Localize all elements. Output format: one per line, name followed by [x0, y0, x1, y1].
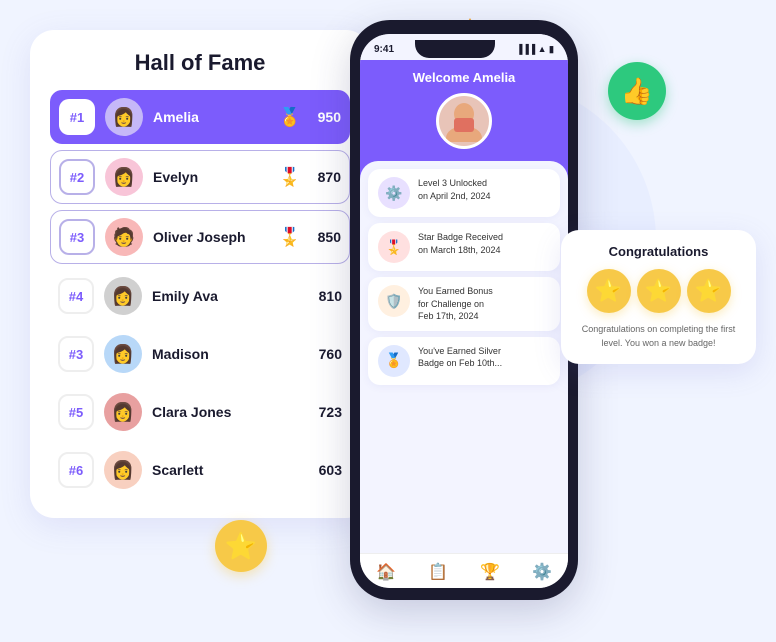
- phone-feed: ⚙️ Level 3 Unlockedon April 2nd, 2024 🎖️…: [360, 161, 568, 553]
- table-row[interactable]: #3 👩 Madison 760: [50, 328, 350, 380]
- player-score: 810: [310, 288, 342, 304]
- star-3: ⭐: [687, 269, 731, 313]
- avatar: 👩: [104, 277, 142, 315]
- phone-notch: [415, 40, 495, 58]
- player-name: Clara Jones: [152, 404, 310, 420]
- feed-icon-silver: 🏅: [378, 345, 410, 377]
- rank-badge: #2: [59, 159, 95, 195]
- thumbs-up-icon: 👍: [608, 62, 666, 120]
- phone-status-bar: 9:41 ▐▐▐ ▲ ▮: [360, 34, 568, 60]
- feed-text-level: Level 3 Unlockedon April 2nd, 2024: [418, 177, 491, 202]
- table-row[interactable]: #2 👩 Evelyn 🎖️ 870: [50, 150, 350, 204]
- avatar: 🧑: [105, 218, 143, 256]
- hall-of-fame-title: Hall of Fame: [50, 50, 350, 76]
- table-row[interactable]: #5 👩 Clara Jones 723: [50, 386, 350, 438]
- phone-status-icons: ▐▐▐ ▲ ▮: [516, 44, 554, 55]
- nav-home-icon[interactable]: 🏠: [376, 562, 396, 582]
- player-score: 950: [309, 109, 341, 125]
- medal-icon: 🎖️: [279, 167, 301, 188]
- nav-list-icon[interactable]: 📋: [428, 562, 448, 582]
- feed-text-bonus: You Earned Bonusfor Challenge onFeb 17th…: [418, 285, 493, 323]
- player-score: 870: [309, 169, 341, 185]
- hall-of-fame-card: Hall of Fame #1 👩 Amelia 🏅 950 #2 👩 Evel…: [30, 30, 370, 518]
- player-name: Amelia: [153, 109, 279, 125]
- feed-text-star: Star Badge Receivedon March 18th, 2024: [418, 231, 503, 256]
- medal-icon: 🏅: [279, 107, 301, 128]
- table-row[interactable]: #4 👩 Emily Ava 810: [50, 270, 350, 322]
- congrats-title: Congratulations: [575, 244, 742, 259]
- star-badge-decoration: ⭐: [215, 520, 267, 572]
- avatar: 👩: [104, 451, 142, 489]
- feed-icon-level: ⚙️: [378, 177, 410, 209]
- congratulations-card: Congratulations ⭐ ⭐ ⭐ Congratulations on…: [561, 230, 756, 364]
- rank-badge: #3: [59, 219, 95, 255]
- player-name: Oliver Joseph: [153, 229, 279, 245]
- player-name: Madison: [152, 346, 310, 362]
- phone-nav-bar: 🏠 📋 🏆 ⚙️: [360, 553, 568, 588]
- user-avatar: [436, 93, 492, 149]
- player-score: 850: [309, 229, 341, 245]
- nav-trophy-icon[interactable]: 🏆: [480, 562, 500, 582]
- feed-icon-star: 🎖️: [378, 231, 410, 263]
- player-name: Scarlett: [152, 462, 310, 478]
- table-row[interactable]: #3 🧑 Oliver Joseph 🎖️ 850: [50, 210, 350, 264]
- phone-mockup: 9:41 ▐▐▐ ▲ ▮ Welcome Amelia ⚙️ Level 3 U…: [350, 20, 578, 600]
- player-name: Emily Ava: [152, 288, 310, 304]
- star-1: ⭐: [587, 269, 631, 313]
- rank-badge: #5: [58, 394, 94, 430]
- list-item[interactable]: 🏅 You've Earned SilverBadge on Feb 10th.…: [368, 337, 560, 385]
- rank-badge: #3: [58, 336, 94, 372]
- star-2: ⭐: [637, 269, 681, 313]
- nav-settings-icon[interactable]: ⚙️: [532, 562, 552, 582]
- avatar: 👩: [105, 98, 143, 136]
- phone-time: 9:41: [374, 44, 394, 55]
- list-item[interactable]: ⚙️ Level 3 Unlockedon April 2nd, 2024: [368, 169, 560, 217]
- medal-icon: 🎖️: [279, 227, 301, 248]
- avatar: 👩: [104, 393, 142, 431]
- rank-badge: #1: [59, 99, 95, 135]
- player-score: 603: [310, 462, 342, 478]
- avatar: 👩: [104, 335, 142, 373]
- table-row[interactable]: #1 👩 Amelia 🏅 950: [50, 90, 350, 144]
- player-score: 760: [310, 346, 342, 362]
- table-row[interactable]: #6 👩 Scarlett 603: [50, 444, 350, 496]
- avatar: 👩: [105, 158, 143, 196]
- rank-badge: #6: [58, 452, 94, 488]
- list-item[interactable]: 🎖️ Star Badge Receivedon March 18th, 202…: [368, 223, 560, 271]
- congrats-description: Congratulations on completing the first …: [575, 323, 742, 350]
- feed-icon-bonus: 🛡️: [378, 285, 410, 317]
- feed-text-silver: You've Earned SilverBadge on Feb 10th...: [418, 345, 502, 370]
- congrats-stars: ⭐ ⭐ ⭐: [575, 269, 742, 313]
- player-name: Evelyn: [153, 169, 279, 185]
- rank-badge: #4: [58, 278, 94, 314]
- player-score: 723: [310, 404, 342, 420]
- list-item[interactable]: 🛡️ You Earned Bonusfor Challenge onFeb 1…: [368, 277, 560, 331]
- phone-screen: 9:41 ▐▐▐ ▲ ▮ Welcome Amelia ⚙️ Level 3 U…: [360, 34, 568, 588]
- welcome-text: Welcome Amelia: [374, 70, 554, 85]
